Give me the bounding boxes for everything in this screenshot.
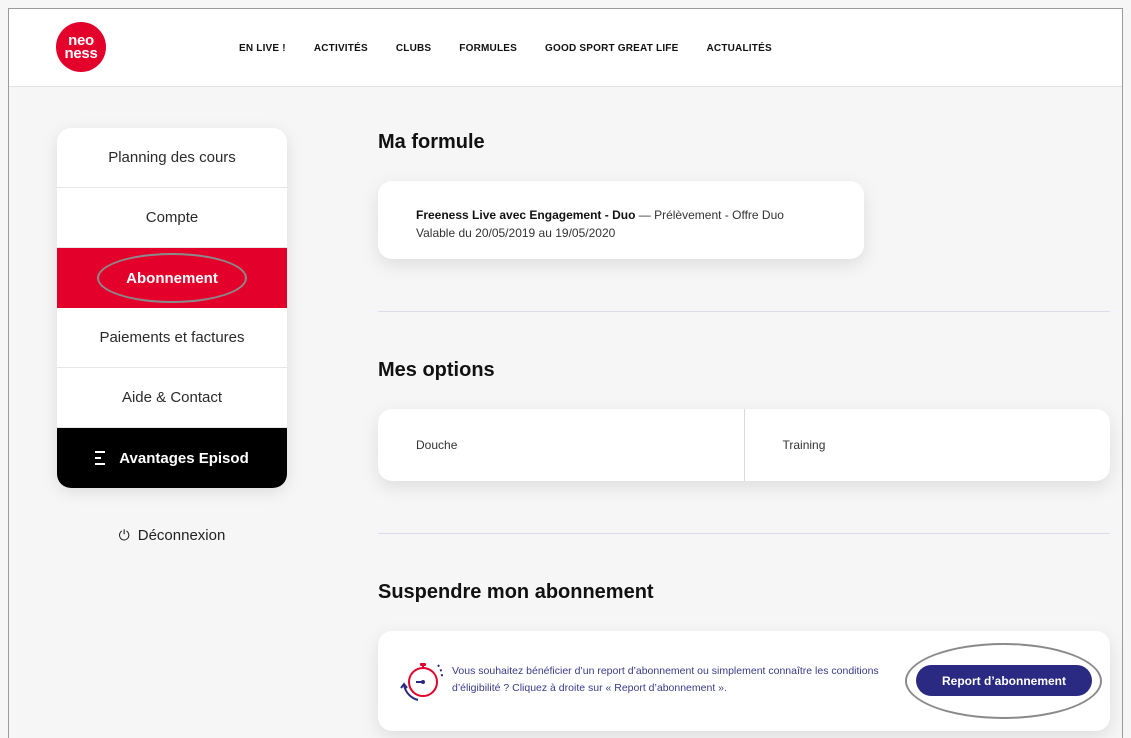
sidebar-item-label: Aide & Contact [121,389,223,406]
nav-formules[interactable]: FORMULES [459,43,517,54]
episod-bars-icon [95,449,106,467]
formule-name: Freeness Live avec Engagement - Duo [416,208,636,222]
nav-actualites[interactable]: ACTUALITÉS [706,43,771,54]
section-title-suspendre: Suspendre mon abonnement [378,581,654,603]
formule-validity: Valable du 20/05/2019 au 19/05/2020 [416,226,616,240]
sidebar-item-planning[interactable]: Planning des cours [57,128,287,188]
nav-en-live[interactable]: EN LIVE ! [239,43,286,54]
power-icon: ⏻ [118,527,130,543]
formule-card: Freeness Live avec Engagement - Duo — Pr… [378,181,864,259]
account-sidebar: Planning des cours Compte Abonnement Pai… [57,128,287,488]
suspend-card: Vous souhaitez bénéficier d’un report d’… [378,631,1110,731]
section-title-options: Mes options [378,359,495,381]
sidebar-item-compte[interactable]: Compte [57,188,287,248]
top-navigation-bar: neo ness EN LIVE ! ACTIVITÉS CLUBS FORMU… [9,9,1122,87]
sidebar-item-paiements[interactable]: Paiements et factures [57,308,287,368]
app-window: neo ness EN LIVE ! ACTIVITÉS CLUBS FORMU… [8,8,1123,738]
nav-activites[interactable]: ACTIVITÉS [314,43,368,54]
options-card: Douche Training [378,409,1110,481]
sidebar-item-aide-contact[interactable]: Aide & Contact [57,368,287,428]
option-label: Training [782,438,826,452]
section-title-formule: Ma formule [378,131,485,153]
sidebar-item-abonnement[interactable]: Abonnement [57,248,287,308]
logout-label: Déconnexion [137,527,226,544]
option-douche: Douche [378,409,744,481]
highlight-circle-annotation [905,643,1102,719]
highlight-circle-annotation [97,253,247,303]
sidebar-item-label: Paiements et factures [99,329,245,346]
logo-text-ness: ness [64,45,98,62]
sidebar-item-label: Compte [145,209,199,226]
option-label: Douche [416,438,458,452]
section-divider [378,311,1110,312]
section-divider [378,533,1110,534]
neoness-logo[interactable]: neo ness [56,22,106,72]
logout-button[interactable]: ⏻ Déconnexion [57,527,287,544]
nav-good-sport-great-life[interactable]: GOOD SPORT GREAT LIFE [545,43,678,54]
option-training: Training [745,409,1111,481]
stopwatch-icon [400,663,443,701]
sidebar-item-label: Avantages Episod [119,449,249,467]
formule-summary: Freeness Live avec Engagement - Duo — Pr… [416,206,826,224]
suspend-description: Vous souhaitez bénéficier d’un report d’… [452,665,879,694]
sidebar-item-avantages-episod[interactable]: Avantages Episod [57,428,287,488]
main-nav: EN LIVE ! ACTIVITÉS CLUBS FORMULES GOOD … [239,43,800,54]
nav-clubs[interactable]: CLUBS [396,43,431,54]
sidebar-item-label: Planning des cours [108,149,236,166]
formule-details: — Prélèvement - Offre Duo [635,208,784,222]
